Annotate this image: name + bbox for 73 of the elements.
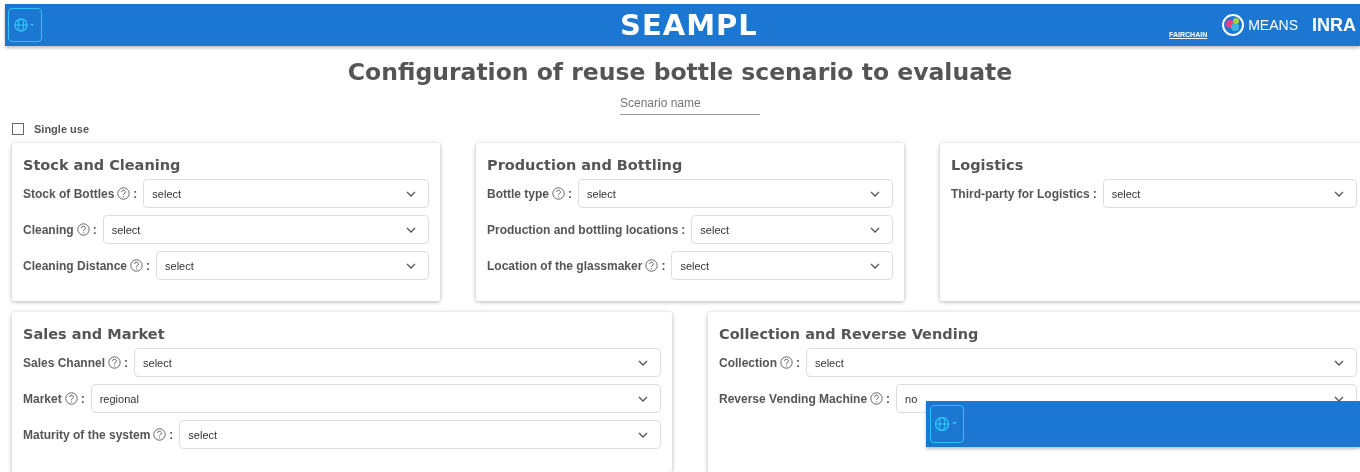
help-icon[interactable] [117,187,131,200]
field-label: Maturity of the system [23,427,151,442]
chevron-icon [1334,190,1344,197]
chevron-icon [406,190,416,197]
single-use-label: Single use [34,123,90,135]
label-colon: : [133,186,138,201]
partner-logo: INRA [1312,14,1356,36]
partner-logo: MEANS [1221,13,1298,37]
label-colon: : [169,427,174,442]
section-title: Sales and Market [23,326,166,342]
label-colon: : [796,355,800,370]
select-field[interactable]: select [1102,179,1357,208]
brand-logo: SEAMPL [620,8,758,42]
help-icon[interactable] [153,428,167,441]
scenario-name-field[interactable]: Scenario name [620,94,760,115]
field-label: Sales Channel [23,355,106,370]
label-colon: : [80,391,85,406]
help-icon[interactable] [780,356,793,369]
language-button[interactable] [8,8,42,42]
globe-icon [14,18,36,32]
field-label: Market [23,391,62,406]
select-field[interactable]: select [134,348,661,377]
language-button[interactable] [930,405,964,443]
label-colon: : [92,222,97,237]
select-field[interactable]: select [691,215,893,244]
section-title: Logistics [951,157,1025,173]
help-icon[interactable] [870,392,884,405]
select-field[interactable]: select [156,251,429,280]
field-label: Production and bottling locations [487,222,679,237]
label-colon: : [124,355,129,370]
label-colon: : [1092,186,1097,201]
select-field[interactable]: select [578,179,893,208]
select-field[interactable]: select [671,251,893,280]
chevron-icon [870,226,880,233]
help-icon[interactable] [108,356,122,369]
chevron-icon [870,190,880,197]
label-colon: : [568,186,572,201]
field-label: Cleaning [23,222,74,237]
select-field[interactable]: select [179,420,661,449]
select-field[interactable]: select [143,179,429,208]
chevron-icon [1334,395,1344,402]
section-title: Collection and Reverse Vending [719,326,980,342]
field-label: Stock of Bottles [23,186,115,201]
chevron-icon [638,431,648,438]
chevron-icon [1334,359,1344,366]
select-field[interactable]: select [806,348,1357,377]
field-label: Collection [719,355,777,370]
page-title: Configuration of reuse bottle scenario to evaluate [346,58,1014,86]
section-title: Production and Bottling [487,157,684,173]
globe-icon [935,417,959,431]
single-use-checkbox[interactable] [12,123,24,135]
field-label: Third-party for Logistics [951,186,1090,201]
select-field[interactable]: regional [90,384,661,413]
help-icon[interactable] [552,187,565,200]
label-colon: : [681,222,686,237]
help-icon[interactable] [64,392,78,405]
chevron-icon [406,262,416,269]
help-icon[interactable] [76,223,90,236]
section-title: Stock and Cleaning [23,157,182,173]
label-colon: : [886,391,891,406]
chevron-icon [638,359,648,366]
label-colon: : [661,258,666,273]
chevron-icon [870,262,880,269]
field-label: Location of the glassmaker [487,258,643,273]
field-label: Cleaning Distance [23,258,128,273]
field-label: Bottle type [487,186,549,201]
help-icon[interactable] [645,259,659,272]
label-colon: : [146,258,151,273]
field-label: Reverse Vending Machine [719,391,868,406]
help-icon[interactable] [130,259,144,272]
chevron-icon [406,226,416,233]
chevron-icon [638,395,648,402]
select-field[interactable]: select [102,215,429,244]
